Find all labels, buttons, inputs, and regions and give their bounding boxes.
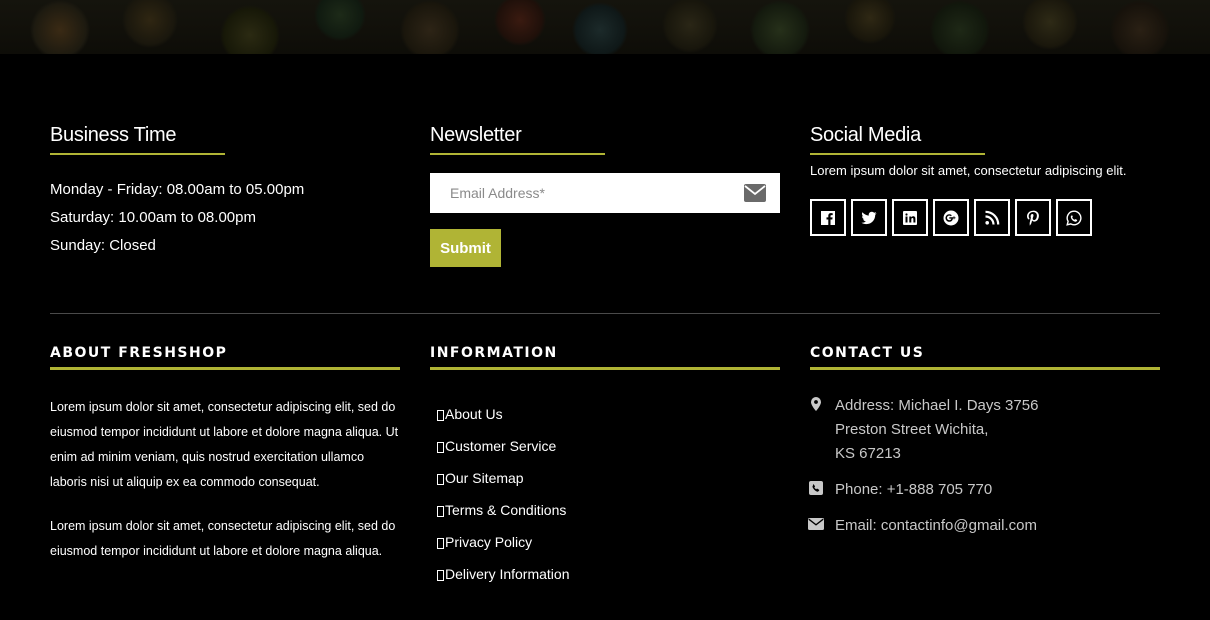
social-media-title: Social Media (810, 124, 921, 146)
link-terms-conditions[interactable]: Terms & Conditions (437, 502, 566, 518)
whatsapp-icon (1066, 209, 1082, 226)
phone-link[interactable]: Phone: +1-888 705 770 (835, 478, 992, 502)
pinterest-icon (1027, 210, 1039, 226)
social-media-text: Lorem ipsum dolor sit amet, consectetur … (810, 163, 1127, 178)
list-item: Customer Service (437, 430, 570, 462)
phone-square-icon (809, 481, 823, 495)
twitter-icon (861, 211, 877, 224)
link-label: Terms & Conditions (445, 502, 567, 518)
rss-button[interactable] (974, 199, 1010, 236)
list-item: Delivery Information (437, 558, 570, 590)
envelope-icon (744, 184, 766, 202)
hours-weekdays: Monday - Friday: 08.00am to 05.00pm (50, 181, 305, 198)
address-line: KS 67213 (835, 445, 901, 462)
about-underline (50, 367, 400, 370)
contact-title: CONTACT US (810, 345, 925, 361)
newsletter-underline (430, 153, 605, 155)
about-paragraph-1: Lorem ipsum dolor sit amet, consectetur … (50, 400, 399, 489)
map-marker-icon (811, 397, 821, 411)
linkedin-icon (903, 210, 917, 225)
address-line: Preston Street Wichita, (835, 421, 989, 438)
email-link[interactable]: Email: contactinfo@gmail.com (835, 514, 1037, 538)
linkedin-button[interactable] (892, 199, 928, 236)
about-title: ABOUT FRESHSHOP (50, 345, 228, 361)
missing-glyph-icon (437, 441, 444, 453)
list-item: Terms & Conditions (437, 494, 570, 526)
rss-icon (985, 210, 1000, 225)
link-label: Customer Service (445, 438, 557, 454)
list-item: Our Sitemap (437, 462, 570, 494)
business-hours: Monday - Friday: 08.00am to 05.00pm Satu… (50, 176, 304, 260)
contact-email: Email: contactinfo@gmail.com (808, 514, 1037, 538)
link-about-us[interactable]: About Us (437, 406, 503, 422)
list-item: About Us (437, 398, 570, 430)
link-customer-service[interactable]: Customer Service (437, 438, 556, 454)
envelope-icon (808, 518, 824, 530)
missing-glyph-icon (437, 473, 444, 485)
link-label: Our Sitemap (445, 470, 524, 486)
contact-address: Address: Michael I. Days 3756 Preston St… (808, 394, 1038, 466)
address-line: Address: Michael I. Days 3756 (835, 397, 1039, 414)
hours-sunday: Sunday: Closed (50, 237, 156, 254)
missing-glyph-icon (437, 409, 444, 421)
google-plus-button[interactable] (933, 199, 969, 236)
social-media-underline (810, 153, 985, 155)
whatsapp-button[interactable] (1056, 199, 1092, 236)
link-label: Delivery Information (445, 566, 570, 582)
missing-glyph-icon (437, 537, 444, 549)
information-links: About Us Customer Service Our Sitemap Te… (437, 398, 570, 590)
google-plus-icon (943, 210, 959, 225)
social-icons-row (810, 199, 1092, 236)
facebook-icon (821, 210, 835, 225)
contact-underline (810, 367, 1160, 370)
link-privacy-policy[interactable]: Privacy Policy (437, 534, 532, 550)
business-time-underline (50, 153, 225, 155)
link-label: Privacy Policy (445, 534, 533, 550)
contact-phone: Phone: +1-888 705 770 (808, 478, 992, 502)
newsletter-email-box (430, 173, 780, 213)
twitter-button[interactable] (851, 199, 887, 236)
hours-saturday: Saturday: 10.00am to 08.00pm (50, 209, 256, 226)
missing-glyph-icon (437, 569, 444, 581)
link-label: About Us (445, 406, 503, 422)
newsletter-submit-button[interactable]: Submit (430, 229, 501, 267)
link-our-sitemap[interactable]: Our Sitemap (437, 470, 524, 486)
hero-background-strip (0, 0, 1210, 54)
newsletter-email-input[interactable] (430, 173, 730, 213)
list-item: Privacy Policy (437, 526, 570, 558)
facebook-button[interactable] (810, 199, 846, 236)
business-time-title: Business Time (50, 124, 177, 146)
pinterest-button[interactable] (1015, 199, 1051, 236)
footer-divider (50, 313, 1160, 314)
information-underline (430, 367, 780, 370)
information-title: INFORMATION (430, 345, 558, 361)
link-delivery-information[interactable]: Delivery Information (437, 566, 570, 582)
address-text: Address: Michael I. Days 3756 Preston St… (835, 394, 1038, 466)
about-paragraph-2: Lorem ipsum dolor sit amet, consectetur … (50, 519, 396, 558)
newsletter-title: Newsletter (430, 124, 522, 146)
missing-glyph-icon (437, 505, 444, 517)
